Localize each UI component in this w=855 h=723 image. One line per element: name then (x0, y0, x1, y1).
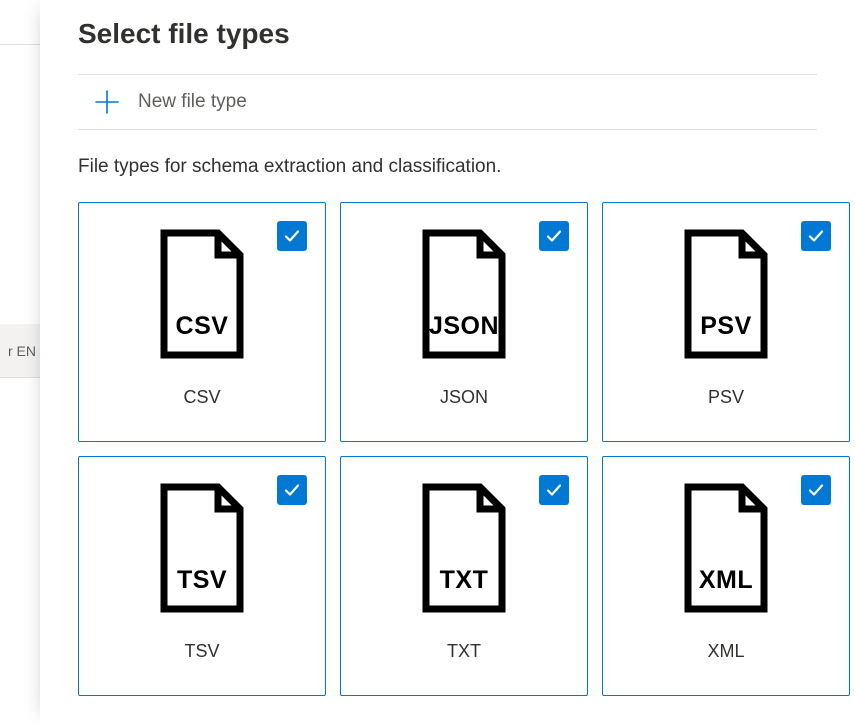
panel-title: Select file types (78, 18, 817, 50)
file-type-card-txt[interactable]: TXT TXT (340, 456, 588, 696)
selected-checkbox[interactable] (801, 221, 831, 251)
file-type-card-csv[interactable]: CSV CSV (78, 202, 326, 442)
select-file-types-panel: Select file types New file type File typ… (40, 0, 855, 723)
file-type-label: XML (707, 641, 744, 662)
selected-checkbox[interactable] (277, 221, 307, 251)
new-file-type-button[interactable]: New file type (78, 74, 817, 130)
selected-checkbox[interactable] (801, 475, 831, 505)
file-type-label: TSV (184, 641, 219, 662)
file-icon: TXT (414, 483, 514, 613)
selected-checkbox[interactable] (539, 475, 569, 505)
new-file-type-label: New file type (138, 91, 247, 113)
file-icon: JSON (414, 229, 514, 359)
selected-checkbox[interactable] (277, 475, 307, 505)
file-type-label: CSV (183, 387, 220, 408)
divider (0, 44, 40, 45)
file-type-card-json[interactable]: JSON JSON (340, 202, 588, 442)
file-icon-label: CSV (176, 312, 229, 341)
file-type-label: PSV (708, 387, 744, 408)
file-type-label: JSON (440, 387, 488, 408)
file-icon-label: TSV (177, 566, 227, 595)
file-type-label: TXT (447, 641, 481, 662)
file-type-card-tsv[interactable]: TSV TSV (78, 456, 326, 696)
file-type-card-psv[interactable]: PSV PSV (602, 202, 850, 442)
file-icon-label: TXT (440, 566, 489, 595)
file-icon-label: JSON (429, 312, 499, 341)
file-type-card-xml[interactable]: XML XML (602, 456, 850, 696)
file-icon: TSV (152, 483, 252, 613)
file-type-grid: CSV CSV JSON JSON PSV PSV (78, 202, 817, 696)
file-icon: XML (676, 483, 776, 613)
file-icon: CSV (152, 229, 252, 359)
file-icon: PSV (676, 229, 776, 359)
panel-description: File types for schema extraction and cla… (78, 156, 817, 178)
file-icon-label: PSV (700, 312, 752, 341)
background-panel-fragment: r EN (0, 0, 40, 723)
file-icon-label: XML (699, 566, 753, 595)
selected-checkbox[interactable] (539, 221, 569, 251)
plus-icon (94, 89, 120, 115)
background-text-fragment: r EN (0, 324, 40, 378)
